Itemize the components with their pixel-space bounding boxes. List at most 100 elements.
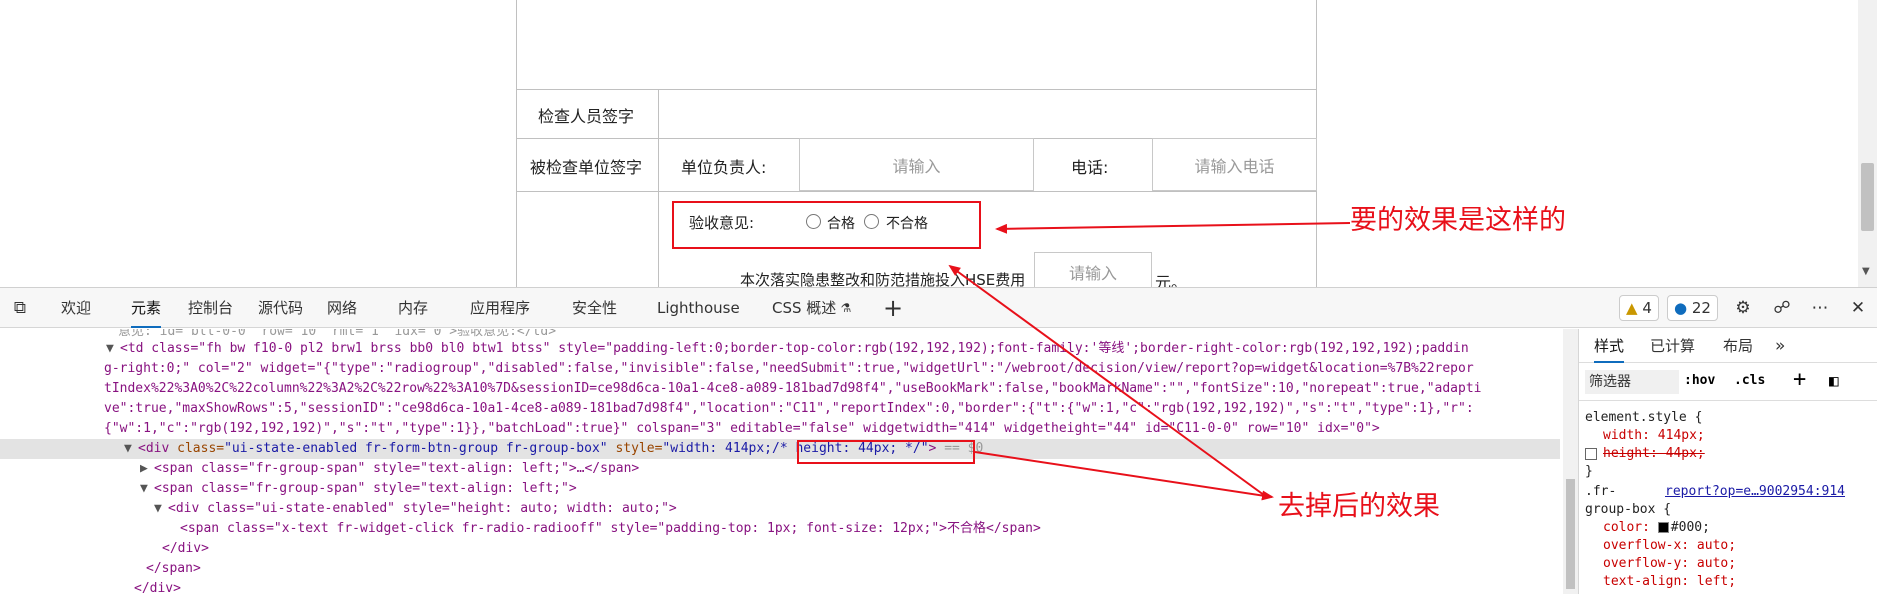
unit-leader-label: 单位负责人:	[681, 158, 767, 177]
dom-line-span[interactable]: ▼ <span class="fr-group-span" style="text…	[140, 479, 577, 499]
expand-triangle-icon[interactable]: ▼	[124, 439, 138, 459]
rule2-text-align-prop[interactable]: text-align: left;	[1603, 573, 1736, 591]
annotation-after-removal: 去掉后的效果	[1278, 491, 1440, 522]
dom-line-text: <span class="fr-group-span" style="text-…	[154, 481, 577, 496]
dom-line-text: <span class="x-text fr-widget-click fr-r…	[180, 521, 1041, 536]
dom-line-text: ve":true,"maxShowRows":5,"sessionID":"ce…	[104, 401, 1474, 416]
dom-line-text: <span class="fr-group-span" style="text-…	[154, 461, 640, 476]
dom-line-text: </div>	[134, 581, 181, 594]
element-style-height-prop[interactable]: height: 44px;	[1585, 445, 1705, 463]
dom-line-span-collapsed[interactable]: ▶ <span class="fr-group-span" style="text…	[140, 459, 639, 479]
scroll-down-icon[interactable]: ▼	[1862, 266, 1870, 277]
hse-cost-label: 本次落实隐患整改和防范措施投入HSE费用	[740, 271, 1026, 287]
cls-toggle[interactable]: .cls	[1734, 373, 1765, 388]
inspected-unit-sign-label: 被检查单位签字	[530, 158, 643, 177]
expand-triangle-icon[interactable]: ▼	[154, 499, 168, 519]
dom-line-text: </div>	[162, 541, 209, 556]
phone-placeholder: 请输入电话	[1194, 156, 1275, 176]
rule2-source-link[interactable]: report?op=e…9002954:914	[1665, 483, 1845, 501]
hov-toggle[interactable]: :hov	[1684, 373, 1715, 388]
dom-line-selected-div[interactable]: ▼ <div class="ui-state-enabled fr-form-bt…	[0, 439, 1560, 459]
overflow-y-declaration: overflow-y: auto;	[1603, 556, 1737, 571]
tab-console[interactable]: 控制台	[188, 288, 233, 328]
dom-line-td[interactable]: ▼ <td class="fh bw f10-0 pl2 brw1 brss bb…	[106, 339, 1469, 359]
issues-count: 22	[1691, 299, 1711, 317]
dom-line-radio-span[interactable]: <span class="x-text fr-widget-click fr-r…	[180, 519, 1041, 539]
dom-line[interactable]: </div>	[162, 539, 209, 559]
close-icon[interactable]: ✕	[1848, 298, 1868, 318]
dom-line-text: </span>	[146, 561, 201, 576]
width-declaration: width: 414px;	[1603, 428, 1705, 443]
user-feedback-icon[interactable]: ☍	[1772, 298, 1792, 318]
tab-elements[interactable]: 元素	[131, 288, 162, 328]
style-attr: style=	[615, 441, 663, 456]
dom-line[interactable]: tIndex%22%3A0%2C%22column%22%3A2%2C%22ro…	[104, 379, 1482, 399]
rule2-overflow-x-prop[interactable]: overflow-x: auto;	[1603, 537, 1736, 555]
styles-filter-bar: 筛选器 :hov .cls + ◧	[1579, 363, 1877, 401]
new-style-rule-icon[interactable]: +	[1793, 367, 1806, 392]
phone-input[interactable]: 请输入电话	[1152, 138, 1317, 191]
issues-icon: ●	[1674, 299, 1688, 317]
form-row-divider	[516, 89, 1317, 90]
height-declaration-disabled: height: 44px;	[1603, 446, 1705, 461]
tab-network[interactable]: 网络	[327, 288, 357, 328]
tab-sources[interactable]: 源代码	[258, 288, 303, 328]
class-value: "ui-state-enabled fr-form-btn-group fr-g…	[224, 441, 608, 456]
tab-memory[interactable]: 内存	[398, 288, 428, 328]
dom-line[interactable]: g-right:0;" col="2" widget="{"type":"rad…	[104, 359, 1474, 379]
hse-cost-placeholder: 请输入	[1068, 264, 1117, 283]
more-options-icon[interactable]: ⋯	[1810, 298, 1830, 318]
page-scrollbar-thumb[interactable]	[1861, 163, 1874, 231]
unit-leader-input[interactable]: 请输入	[799, 138, 1034, 191]
devtools-tabbar: ⧉ 欢迎 元素 控制台 源代码 网络 内存 应用程序 安全性 Lighthous…	[0, 288, 1877, 328]
toggle-sidebar-icon[interactable]: ◧	[1829, 371, 1839, 390]
element-style-selector: element.style {	[1585, 410, 1703, 425]
dom-line[interactable]: ve":true,"maxShowRows":5,"sessionID":"ce…	[104, 399, 1474, 419]
issues-badge[interactable]: ● 22	[1667, 295, 1718, 321]
page-scrollbar[interactable]: ▼	[1858, 0, 1877, 287]
dom-line[interactable]: </div>	[134, 579, 181, 594]
warnings-count: 4	[1642, 299, 1652, 317]
tab-layout[interactable]: 布局	[1723, 329, 1753, 363]
tab-security[interactable]: 安全性	[572, 288, 617, 328]
tab-css-overview[interactable]: CSS 概述	[772, 288, 836, 328]
text-align-declaration: text-align: left;	[1603, 574, 1737, 589]
radio-pass[interactable]	[806, 214, 821, 229]
collapsed-triangle-icon[interactable]: ▶	[140, 459, 154, 479]
warning-icon: ▲	[1626, 299, 1638, 317]
expand-triangle-icon[interactable]: ▼	[140, 479, 154, 499]
expand-triangle-icon[interactable]: ▼	[106, 339, 120, 359]
dom-line[interactable]: </span>	[146, 559, 201, 579]
more-tabs-icon[interactable]: »	[1775, 329, 1785, 363]
form-row-divider	[516, 191, 1317, 192]
rule2-selector-b: group-box {	[1585, 502, 1672, 517]
tab-lighthouse[interactable]: Lighthouse	[657, 288, 740, 328]
rule-close: }	[1585, 464, 1593, 479]
annotation-highlight-box	[797, 440, 975, 464]
styles-tabbar: 样式 已计算 布局 »	[1579, 329, 1877, 363]
gear-icon[interactable]: ⚙	[1733, 298, 1753, 318]
acceptance-label: 验收意见:	[689, 214, 755, 232]
add-tab-icon[interactable]: +	[883, 296, 903, 320]
div-tag-open: <div	[138, 441, 170, 456]
hse-cost-input[interactable]: 请输入	[1034, 252, 1152, 287]
rule2-overflow-y-prop[interactable]: overflow-y: auto;	[1603, 555, 1736, 573]
device-toggle-icon[interactable]: ⧉	[10, 298, 30, 318]
elements-scrollbar-thumb[interactable]	[1566, 479, 1575, 589]
class-attr: class=	[177, 441, 225, 456]
dom-line-inner-div[interactable]: ▼ <div class="ui-state-enabled" style="he…	[154, 499, 677, 519]
filter-input[interactable]: 筛选器	[1585, 370, 1679, 394]
warnings-badge[interactable]: ▲ 4	[1619, 295, 1659, 321]
tab-welcome[interactable]: 欢迎	[61, 288, 91, 328]
tab-computed[interactable]: 已计算	[1650, 329, 1695, 363]
element-style-width-prop[interactable]: width: 414px;	[1603, 427, 1705, 445]
color-prop-value: #000;	[1670, 520, 1710, 535]
tab-styles[interactable]: 样式	[1594, 329, 1625, 363]
disable-property-checkbox[interactable]	[1585, 447, 1597, 460]
color-swatch[interactable]	[1657, 522, 1669, 533]
elements-scrollbar[interactable]	[1563, 329, 1578, 594]
radio-fail[interactable]	[864, 214, 879, 229]
tab-application[interactable]: 应用程序	[470, 288, 530, 328]
dom-line[interactable]: {"w":1,"c":"rgb(192,192,192)","s":"t","t…	[104, 419, 1380, 439]
rule2-color-prop[interactable]: color: #000;	[1603, 519, 1710, 537]
